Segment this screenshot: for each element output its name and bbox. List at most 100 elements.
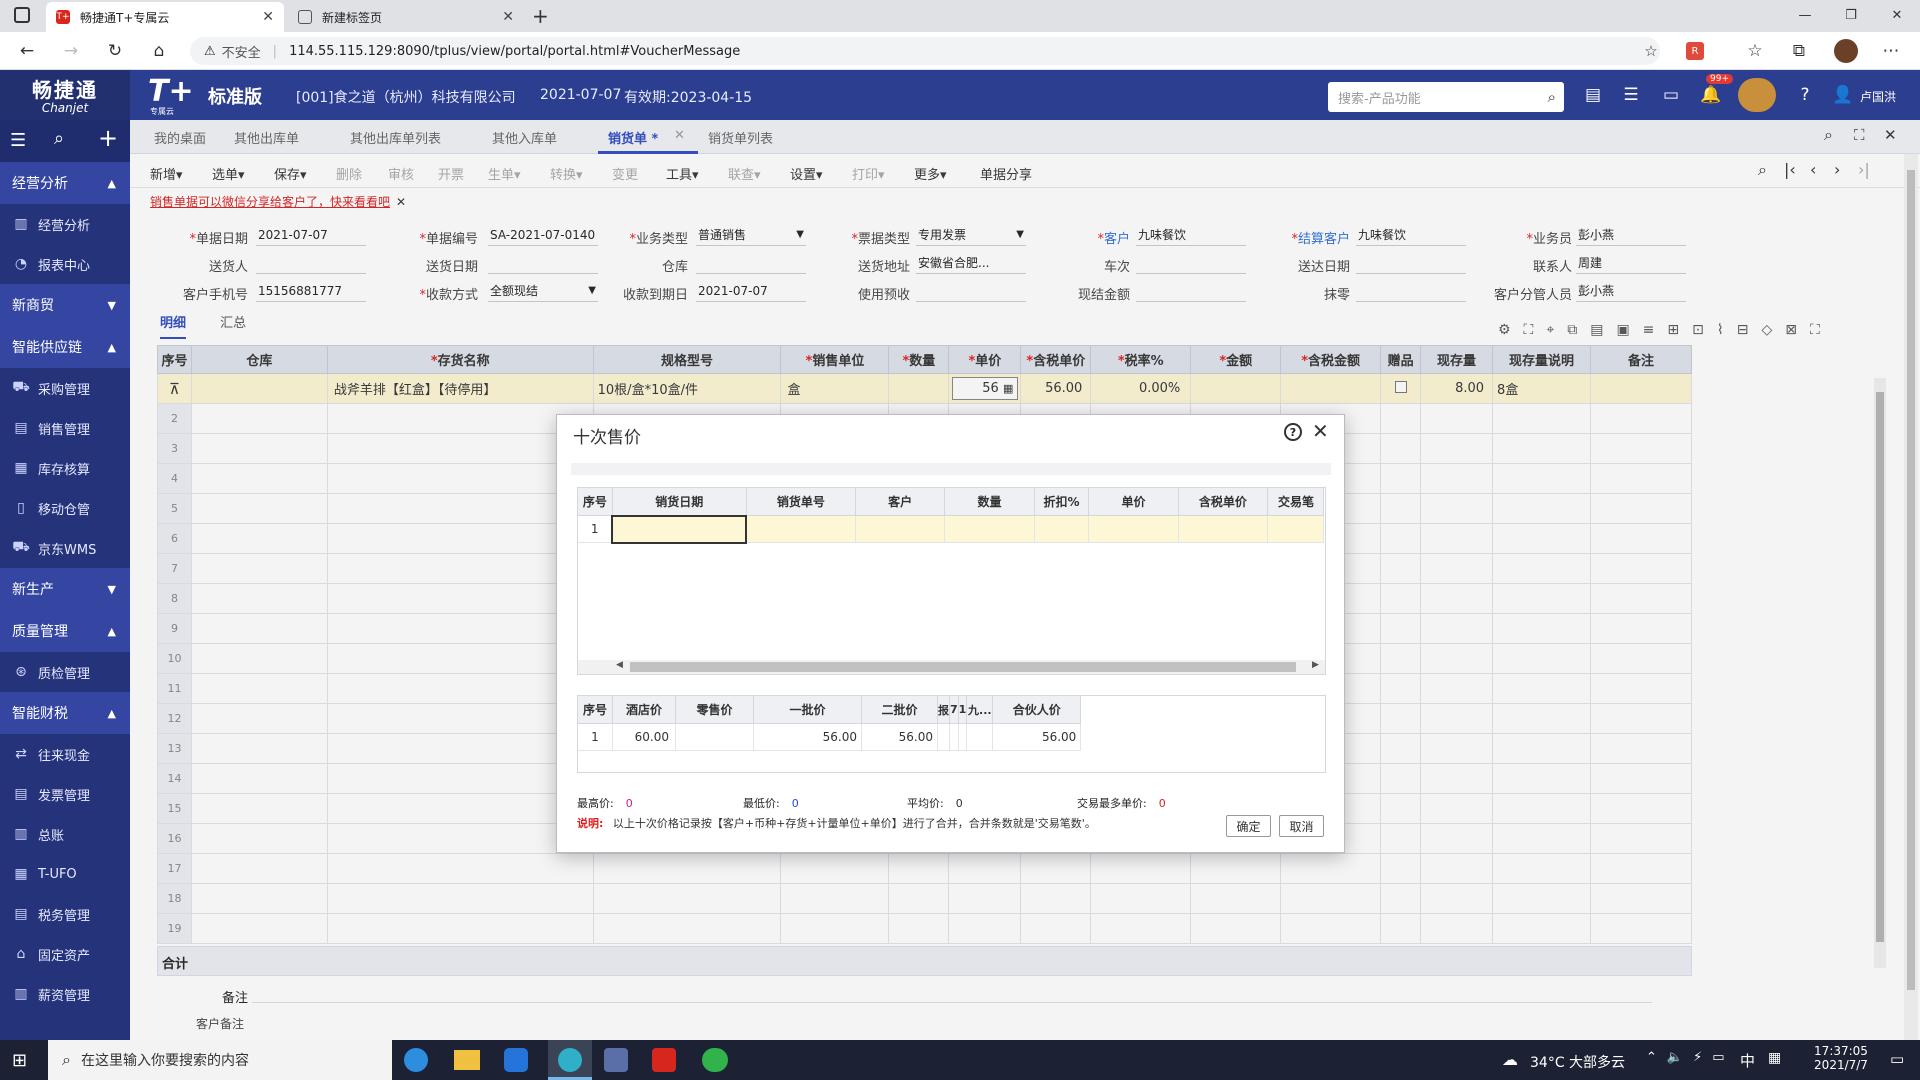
windows-taskbar: ⊞ ⌕ 在这里输入你要搜索的内容 ☁ 34°C 大部多云 ⌃🔈⚡▭ 中 ▦ 17…	[0, 1040, 1920, 1080]
ie-icon[interactable]	[404, 1048, 428, 1072]
ime-indicator[interactable]: 中	[1740, 1050, 1755, 1071]
cancel-button[interactable]: 取消	[1279, 815, 1324, 837]
extension-icon[interactable]: R	[1686, 42, 1704, 60]
document-icon[interactable]: ▤	[1582, 84, 1604, 106]
sidebar-item[interactable]: ▥ 总账	[0, 814, 130, 854]
sidebar-item[interactable]: ▦ T-UFO	[0, 854, 130, 894]
wechat-icon[interactable]	[702, 1048, 728, 1072]
cell-col-d[interactable]	[966, 723, 994, 751]
browser-menu-icon[interactable]: ⋯	[1880, 40, 1902, 62]
ok-button[interactable]: 确定	[1226, 815, 1271, 837]
sidebar-item[interactable]: ⇄ 往来现金	[0, 734, 130, 774]
history-header-row: 序号 销货日期 销货单号 客户 数量 折扣% 单价 含税单价 交易笔	[578, 488, 1324, 516]
favorites-list-icon[interactable]: ☆	[1744, 40, 1766, 62]
help-icon[interactable]: ?	[1284, 423, 1302, 441]
cell-col-b[interactable]	[949, 723, 959, 751]
cell-col-c[interactable]	[957, 723, 968, 751]
sidebar-item[interactable]: ▥ 薪资管理	[0, 974, 130, 1014]
company-name[interactable]: [001]食之道（杭州）科技有限公司	[296, 87, 516, 107]
remote-desktop-icon[interactable]	[604, 1048, 628, 1072]
sidebar-group[interactable]: 经营分析 ▲	[0, 162, 130, 204]
sidebar-item[interactable]: ▤ 税务管理	[0, 894, 130, 934]
taskbar-search-input[interactable]: ⌕ 在这里输入你要搜索的内容	[48, 1040, 392, 1080]
close-dialog-icon[interactable]: ✕	[1312, 419, 1329, 443]
cell-col-a[interactable]	[937, 723, 950, 751]
search-icon[interactable]: ⌕	[1548, 88, 1556, 106]
profile-avatar[interactable]	[1834, 39, 1858, 63]
sidebar-item[interactable]: ◔ 报表中心	[0, 244, 130, 284]
sidebar-item[interactable]: ⊛ 质检管理	[0, 652, 130, 692]
table-row[interactable]: 1 60.00 56.00 56.00 56.00	[578, 723, 1082, 751]
history-h-scrollbar[interactable]: ◀ ▶	[578, 660, 1325, 674]
cell-tier1-price[interactable]: 56.00	[753, 723, 862, 751]
cell-tier2-price[interactable]: 56.00	[861, 723, 938, 751]
tasks-icon[interactable]: ☰	[1620, 84, 1642, 106]
sidebar-group[interactable]: 智能供应链 ▲	[0, 326, 130, 368]
new-tab-plus-icon[interactable]: +	[532, 4, 549, 28]
notification-center-icon[interactable]: ▭	[1890, 1050, 1904, 1068]
tab-actions-icon[interactable]	[14, 7, 30, 23]
header-search-input[interactable]: 搜索-产品功能 ⌕	[1328, 82, 1564, 112]
close-tab-icon[interactable]: ✕	[502, 9, 514, 25]
bell-icon[interactable]: 🔔	[1700, 84, 1722, 106]
sidebar-search-icon[interactable]: ⌕	[54, 128, 64, 149]
close-window-icon[interactable]: ✕	[1874, 0, 1920, 30]
weather-text[interactable]: 34°C 大部多云	[1530, 1052, 1625, 1072]
sidebar-add-icon[interactable]: +	[98, 124, 118, 152]
url-field[interactable]: ⚠ 不安全 | 114.55.115.129:8090/tplus/view/p…	[190, 37, 1660, 65]
cell-customer[interactable]	[854, 515, 946, 543]
cell-tax-price[interactable]	[1177, 515, 1269, 543]
sidebar-item[interactable]: ▤ 销售管理	[0, 408, 130, 448]
file-explorer-icon[interactable]	[454, 1050, 480, 1070]
cell-price[interactable]	[1088, 515, 1179, 543]
cell-sale-date[interactable]	[611, 514, 748, 544]
brand-logo[interactable]: 畅捷通 Chanjet	[0, 70, 130, 120]
sidebar-item[interactable]: ⛟ 采购管理	[0, 368, 130, 408]
table-row[interactable]: 1	[578, 514, 1324, 544]
clock[interactable]: 17:37:05 2021/7/7	[1806, 1044, 1876, 1072]
history-scroll-thumb[interactable]	[630, 662, 1296, 672]
sidebar-item[interactable]: ▤ 发票管理	[0, 774, 130, 814]
wps-icon[interactable]	[652, 1048, 676, 1072]
user-name[interactable]: 卢国洪	[1860, 88, 1896, 105]
sidebar-group[interactable]: 新商贸 ▼	[0, 284, 130, 326]
cell-retail-price[interactable]	[675, 723, 754, 751]
ime-mode-icon[interactable]: ▦	[1768, 1050, 1781, 1066]
mascot-icon[interactable]	[1738, 78, 1776, 112]
tray-icons[interactable]: ⌃🔈⚡▭	[1646, 1050, 1735, 1065]
app-icon[interactable]	[504, 1048, 528, 1072]
sidebar-group[interactable]: 智能财税 ▲	[0, 692, 130, 734]
cell-discount[interactable]	[1033, 515, 1090, 543]
user-icon[interactable]: 👤	[1832, 84, 1854, 106]
sidebar-item[interactable]: ▦ 库存核算	[0, 448, 130, 488]
collections-icon[interactable]: ⧉	[1788, 40, 1810, 62]
minimize-icon[interactable]: —	[1782, 0, 1828, 30]
scroll-left-icon[interactable]: ◀	[616, 660, 623, 670]
sidebar-item[interactable]: ⌂ 固定资产	[0, 934, 130, 974]
cell-trade-count[interactable]	[1267, 515, 1324, 543]
home-icon[interactable]: ⌂	[148, 40, 170, 62]
back-arrow-icon[interactable]: ←	[16, 40, 38, 62]
favorite-star-icon[interactable]: ☆	[1640, 40, 1662, 62]
help-icon[interactable]: ?	[1794, 84, 1816, 106]
windows-start-icon[interactable]: ⊞	[12, 1050, 27, 1071]
close-tab-icon[interactable]: ✕	[262, 9, 274, 25]
cell-qty[interactable]	[944, 515, 1035, 543]
sidebar-item[interactable]: ⛟ 京东WMS	[0, 528, 130, 568]
sidebar-item[interactable]: ▥ 经营分析	[0, 204, 130, 244]
sidebar-item[interactable]: ▯ 移动仓管	[0, 488, 130, 528]
cell-hotel-price[interactable]: 60.00	[612, 723, 676, 751]
scroll-right-icon[interactable]: ▶	[1312, 660, 1319, 670]
message-icon[interactable]: ▭	[1660, 84, 1682, 106]
restore-icon[interactable]: ❐	[1828, 0, 1874, 30]
browser-tab-new[interactable]: 新建标签页 ✕	[288, 2, 524, 32]
cell-sale-no[interactable]	[745, 515, 856, 543]
browser-tab-active[interactable]: T+ 畅捷通T+专属云 ✕	[46, 2, 284, 32]
cell-partner-price[interactable]: 56.00	[992, 723, 1082, 751]
menu-icon[interactable]: ☰	[10, 130, 26, 151]
sidebar-group[interactable]: 质量管理 ▲	[0, 610, 130, 652]
forward-arrow-icon[interactable]: →	[60, 40, 82, 62]
reload-icon[interactable]: ↻	[104, 40, 126, 62]
sidebar-group[interactable]: 新生产 ▼	[0, 568, 130, 610]
edge-active-slot[interactable]	[548, 1040, 592, 1080]
